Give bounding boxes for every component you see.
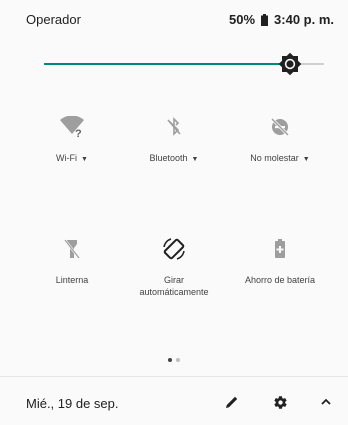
edit-button[interactable] [221,391,243,413]
collapse-button[interactable] [315,391,337,413]
tile-auto-rotate[interactable]: Girar automáticamente [119,238,229,298]
chevron-down-icon[interactable]: ▼ [303,156,310,163]
chevron-down-icon[interactable]: ▼ [192,156,199,163]
svg-text:?: ? [75,128,82,138]
page-indicator [0,349,348,367]
brightness-fill [44,63,290,65]
tile-flashlight[interactable]: Linterna [17,238,127,286]
tile-bluetooth-label: Bluetooth [149,153,188,163]
pencil-icon [226,396,238,408]
carrier-label: Operador [26,12,81,27]
brightness-thumb-icon[interactable] [278,52,302,76]
tile-wifi-label: Wi-Fi [56,153,78,163]
brightness-slider[interactable] [44,52,324,76]
clock: 3:40 p. m. [274,12,334,27]
tile-battery-saver[interactable]: Ahorro de batería [225,238,335,286]
battery-icon [261,13,269,26]
chevron-down-icon[interactable]: ▼ [81,156,88,163]
tile-bluetooth[interactable]: Bluetooth ▼ [119,116,229,166]
status-bar: Operador 50% 3:40 p. m. [0,0,348,40]
wifi-off-icon: ? [60,116,84,138]
chevron-up-icon [321,398,331,405]
tile-wifi[interactable]: ? Wi-Fi ▼ [17,116,127,166]
tile-do-not-disturb[interactable]: No molestar ▼ [225,116,335,166]
footer-bar: Mié., 19 de sep. [0,376,348,425]
date-label: Mié., 19 de sep. [26,396,119,411]
page-dot[interactable] [176,358,180,362]
tile-battery-saver-label: Ahorro de batería [244,275,316,285]
tile-auto-rotate-label: Girar automáticamente [139,275,209,297]
settings-button[interactable] [269,391,291,413]
tile-flashlight-label: Linterna [55,275,89,285]
do-not-disturb-off-icon [270,117,290,137]
tile-do-not-disturb-label: No molestar [250,153,299,163]
page-dot-active[interactable] [168,358,172,362]
flashlight-off-icon [64,239,80,259]
battery-percent: 50% [229,12,256,27]
bluetooth-off-icon [167,117,181,136]
auto-rotate-icon [163,238,185,260]
battery-saver-icon [275,239,285,258]
status-right: 50% 3:40 p. m. [229,12,334,27]
gear-icon [273,395,287,409]
